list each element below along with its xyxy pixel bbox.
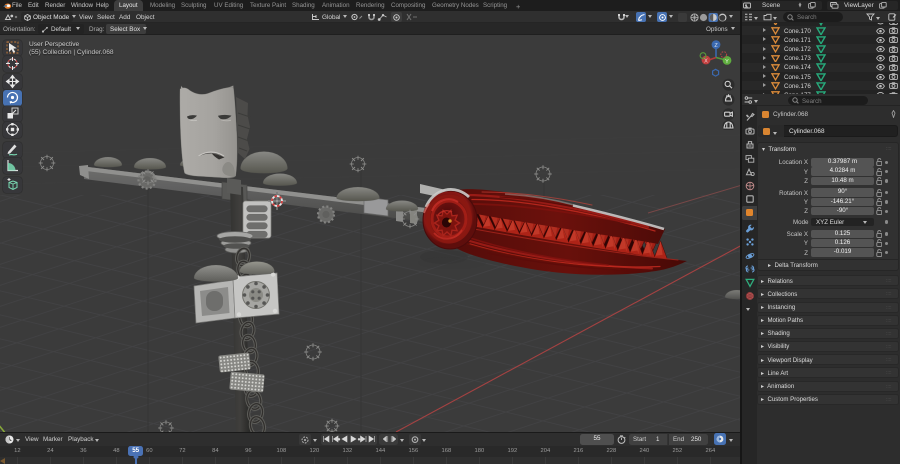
svg-text:Y: Y	[725, 59, 729, 65]
svg-text:X: X	[704, 58, 708, 64]
